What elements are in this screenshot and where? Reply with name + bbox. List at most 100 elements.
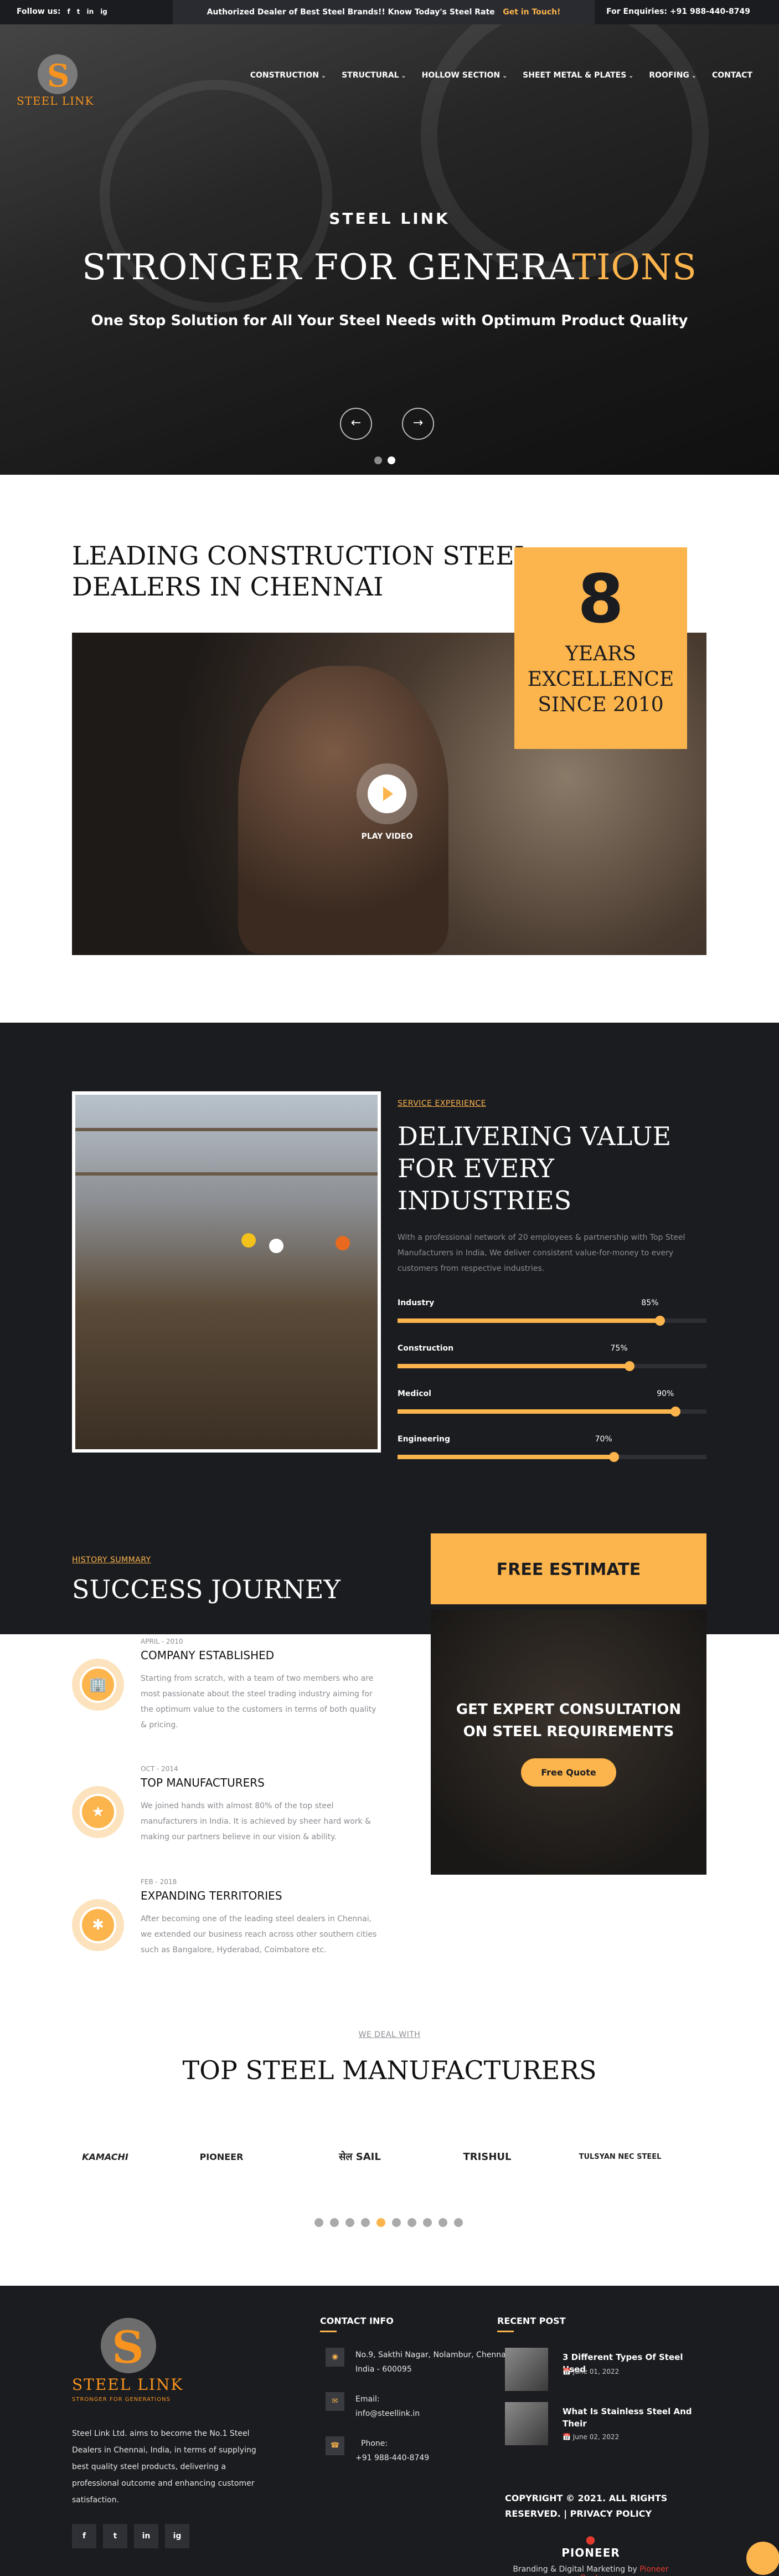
carousel-dot[interactable]: [345, 2218, 354, 2227]
hero-title-accent: TIONS: [572, 247, 697, 288]
free-quote-button[interactable]: Free Quote: [521, 1758, 616, 1787]
post-title[interactable]: What Is Stainless Steel And Their: [563, 2405, 706, 2430]
facebook-icon[interactable]: f: [68, 8, 70, 16]
brand-pioneer[interactable]: PIONEER: [177, 2132, 266, 2182]
twitter-icon[interactable]: t: [103, 2524, 127, 2548]
footer-logo[interactable]: S STEEL LINK STRONGER FOR GENERATIONS: [72, 2318, 194, 2403]
post-date: 📅 June 02, 2022: [563, 2433, 620, 2441]
phone-label: Phone:: [361, 2439, 388, 2448]
get-in-touch-link[interactable]: Get in Touch!: [503, 8, 560, 17]
carousel-dot[interactable]: [314, 2218, 323, 2227]
brand-tulsyan[interactable]: TULSYAN NEC STEEL: [565, 2132, 675, 2182]
carousel-dot[interactable]: [407, 2218, 416, 2227]
carousel-dot[interactable]: [423, 2218, 432, 2227]
consultation-title: GET EXPERT CONSULTATION ON STEEL REQUIRE…: [431, 1698, 706, 1743]
hero-kicker: STEEL LINK: [329, 209, 450, 228]
skill-fill: [398, 1409, 676, 1414]
chat-widget-button[interactable]: [746, 2542, 779, 2575]
timeline-date: APRIL - 2010: [141, 1638, 183, 1645]
instagram-icon[interactable]: ig: [165, 2524, 189, 2548]
post-date-text: June 01, 2022: [572, 2368, 620, 2375]
nav-sheet-metal[interactable]: SHEET METAL & PLATES: [523, 71, 633, 80]
carousel-dot[interactable]: [376, 2218, 385, 2227]
skill-track: [398, 1361, 706, 1371]
leading-title-line2: DEALERS IN CHENNAI: [72, 572, 384, 602]
delivering-title: DELIVERING VALUE FOR EVERY INDUSTRIES: [398, 1120, 671, 1217]
skill-percent: 70%: [595, 1435, 612, 1444]
brand-sail[interactable]: सेल SAIL: [310, 2132, 410, 2182]
recent-post-heading: RECENT POST: [497, 2316, 566, 2332]
consultation-line1: GET EXPERT CONSULTATION: [456, 1701, 682, 1718]
contact-phone: ☎ Phone: +91 988-440-8749: [326, 2436, 514, 2470]
slider-dot[interactable]: [374, 456, 382, 464]
free-estimate-header: FREE ESTIMATE: [431, 1533, 706, 1604]
contact-heading: CONTACT INFO: [320, 2316, 394, 2332]
instagram-icon[interactable]: ig: [100, 8, 107, 16]
post-thumbnail: [505, 2348, 548, 2391]
timeline-item: ✱ FEB - 2018 EXPANDING TERRITORIES After…: [72, 1878, 393, 1978]
nav-contact[interactable]: CONTACT: [712, 71, 752, 80]
enquiries-phone[interactable]: For Enquiries: +91 988-440-8749: [606, 7, 750, 16]
recent-post[interactable]: What Is Stainless Steel And Their 📅 June…: [505, 2402, 715, 2446]
carousel-dot[interactable]: [438, 2218, 447, 2227]
agency-credit-text: Branding & Digital Marketing by Pioneer …: [505, 2565, 677, 2576]
skill-knob: [624, 1361, 634, 1371]
logo-text: STEEL LINK: [17, 94, 94, 107]
skill-bar: Medicol 90%: [398, 1389, 706, 1423]
skill-fill: [398, 1318, 661, 1323]
facebook-icon[interactable]: f: [72, 2524, 96, 2548]
play-video-button[interactable]: [357, 763, 417, 824]
timeline-date: FEB - 2018: [141, 1878, 177, 1886]
brand-trishul[interactable]: TRISHUL: [437, 2132, 537, 2182]
carousel-dot[interactable]: [454, 2218, 463, 2227]
next-slide-button[interactable]: →: [402, 408, 434, 440]
footer-logo-mark: S: [112, 2321, 144, 2373]
twitter-icon[interactable]: t: [77, 8, 80, 16]
manufacturers-title: TOP STEEL MANUFACTURERS: [182, 2055, 597, 2085]
years-number: 8: [577, 561, 624, 638]
hero-title-main: STRONGER FOR GENERA: [82, 247, 572, 288]
history-eyebrow[interactable]: HISTORY SUMMARY: [72, 1556, 151, 1564]
site-logo[interactable]: S STEEL LINK: [17, 54, 100, 110]
leading-title-line1: LEADING CONSTRUCTION STEEL: [72, 541, 532, 571]
nav-hollow-section[interactable]: HOLLOW SECTION: [422, 71, 508, 80]
carousel-dot[interactable]: [361, 2218, 370, 2227]
nav-structural[interactable]: STRUCTURAL: [342, 71, 406, 80]
prev-slide-button[interactable]: ←: [340, 408, 372, 440]
linkedin-icon[interactable]: in: [87, 8, 94, 16]
skill-track: [398, 1407, 706, 1417]
contact-email: ✉ Email: info@steellink.in: [326, 2392, 514, 2425]
brand-kamachi[interactable]: KAMACHI: [61, 2132, 149, 2182]
timeline-title: TOP MANUFACTURERS: [141, 1776, 265, 1789]
skill-label: Construction: [398, 1344, 454, 1353]
badge-line2: EXCELLENCE: [527, 668, 674, 691]
skill-label: Industry: [398, 1299, 435, 1307]
email-link[interactable]: info@steellink.in: [355, 2406, 420, 2421]
delivering-title-line3: INDUSTRIES: [398, 1186, 572, 1215]
linkedin-icon[interactable]: in: [134, 2524, 158, 2548]
skill-fill: [398, 1364, 630, 1368]
phone-link[interactable]: +91 988-440-8749: [355, 2451, 429, 2465]
service-eyebrow[interactable]: SERVICE EXPERIENCE: [398, 1099, 486, 1108]
copyright: COPYRIGHT © 2021. ALL RIGHTS RESERVED. |…: [505, 2493, 668, 2519]
location-icon: ◉: [326, 2348, 344, 2367]
post-date-text: June 02, 2022: [572, 2433, 620, 2441]
carousel-dot[interactable]: [392, 2218, 401, 2227]
footer-about: Steel Link Ltd. aims to become the No.1 …: [72, 2429, 256, 2505]
badge-line1: YEARS: [565, 643, 636, 665]
hardhat: [336, 1236, 350, 1250]
years-badge: 8 YEARS EXCELLENCE SINCE 2010: [514, 547, 687, 749]
nav-roofing[interactable]: ROOFING: [649, 71, 697, 80]
email-label: Email:: [355, 2395, 380, 2404]
carousel-dot[interactable]: [330, 2218, 339, 2227]
slider-dot-active[interactable]: [388, 456, 395, 464]
recent-post[interactable]: 3 Different Types Of Steel Used 📅 June 0…: [505, 2348, 715, 2392]
pioneer-logo[interactable]: ● PIONEER: [505, 2533, 677, 2559]
nav-construction[interactable]: CONSTRUCTION: [250, 71, 326, 80]
agency-credit: ● PIONEER Branding & Digital Marketing by…: [505, 2533, 677, 2576]
play-video-label: PLAY VIDEO: [361, 832, 413, 841]
top-bar: Follow us: f t in ig Authorized Dealer o…: [0, 0, 779, 24]
journey-title: SUCCESS JOURNEY: [72, 1574, 341, 1604]
timeline-text: We joined hands with almost 80% of the t…: [141, 1802, 371, 1841]
phone-icon: ☎: [326, 2436, 344, 2455]
